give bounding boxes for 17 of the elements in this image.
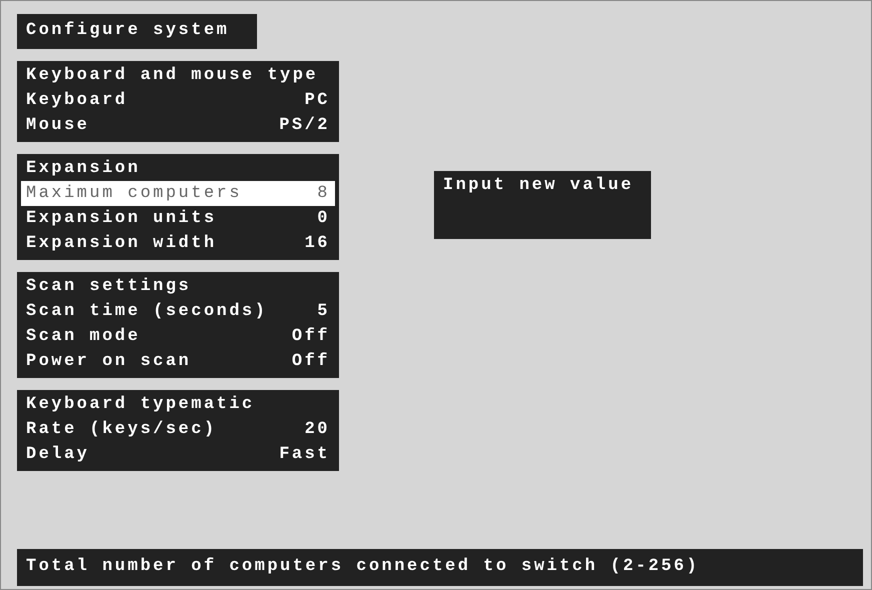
window-title: Configure system [17, 14, 257, 49]
setting-row[interactable]: Rate (keys/sec) 20 [21, 417, 335, 442]
setting-row[interactable]: Delay Fast [21, 442, 335, 467]
panel-heading: Keyboard typematic [25, 394, 256, 416]
setting-row[interactable]: Mouse PS/2 [21, 113, 335, 138]
setting-row[interactable]: Scan mode Off [21, 324, 335, 349]
setting-row[interactable]: Expansion units 0 [21, 206, 335, 231]
status-bar: Total number of computers connected to switch (2-256) [17, 549, 863, 586]
setting-row[interactable]: Keyboard PC [21, 88, 335, 113]
setting-row[interactable]: Scan time (seconds) 5 [21, 299, 335, 324]
setting-row[interactable]: Expansion width 16 [21, 231, 335, 256]
setting-row[interactable]: Maximum computers 8 [21, 181, 335, 206]
panel-heading: Scan settings [25, 276, 192, 298]
prompt-text: Input new value [443, 176, 634, 195]
panel-heading: Expansion [25, 158, 142, 180]
setting-row[interactable]: Power on scan Off [21, 349, 335, 374]
panel-heading: Keyboard and mouse type [25, 65, 320, 87]
